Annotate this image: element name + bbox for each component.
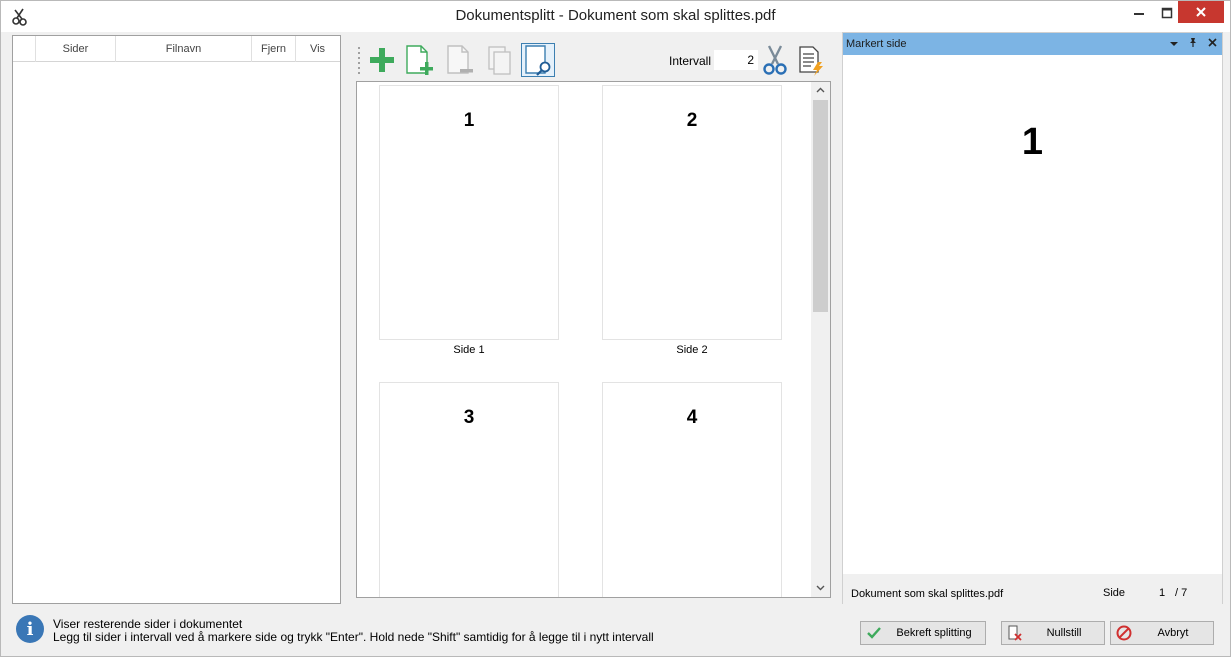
confirm-split-button[interactable]: Bekreft splitting (860, 621, 986, 645)
panel-title: Markert side (846, 38, 907, 50)
scissors-icon (763, 45, 787, 75)
page-thumbnail[interactable]: 2 (602, 85, 782, 340)
reset-button[interactable]: Nullstill (1001, 621, 1105, 645)
column-select[interactable] (13, 36, 35, 62)
column-fjern[interactable]: Fjern (251, 36, 295, 62)
page-thumbnail[interactable]: 3 (379, 382, 559, 597)
thumbnail-page-number: 2 (686, 110, 698, 131)
remove-page-icon (447, 45, 473, 74)
page-thumbnail[interactable]: 1 (379, 85, 559, 340)
page-zoom-button[interactable] (521, 43, 555, 77)
column-sider[interactable]: Sider (35, 36, 115, 62)
pin-panel-button[interactable] (1185, 33, 1201, 55)
panel-menu-button[interactable] (1166, 33, 1182, 55)
scroll-down-button[interactable] (811, 580, 830, 597)
preview-footer: Dokument som skal splittes.pdf Side 1 / … (843, 574, 1222, 604)
preview-filename: Dokument som skal splittes.pdf (851, 588, 1004, 600)
list-header: Sider Filnavn Fjern Vis (13, 36, 340, 62)
checkmark-icon (865, 624, 883, 642)
close-icon (1196, 7, 1206, 17)
page-thumbnail[interactable]: 4 (602, 382, 782, 597)
document-flash-icon (799, 46, 823, 76)
page-zoom-icon (525, 45, 551, 76)
side-label: Side (1103, 587, 1126, 599)
thumbnail-page-number: 3 (463, 407, 475, 428)
thumbnail-caption: Side 1 (453, 344, 485, 356)
vertical-scrollbar[interactable] (811, 82, 830, 597)
auto-split-button[interactable] (794, 43, 828, 77)
column-vis[interactable]: Vis (295, 36, 339, 62)
dropdown-arrow-icon (1170, 42, 1178, 46)
close-panel-button[interactable] (1204, 33, 1220, 55)
add-page-icon (406, 45, 433, 75)
chevron-up-icon (816, 87, 825, 93)
title-bar: Dokumentsplitt - Dokument som skal split… (1, 1, 1230, 32)
info-icon: i (16, 615, 44, 643)
toolbar-grip-icon (358, 47, 360, 74)
copy-pages-button[interactable] (483, 43, 517, 77)
add-page-button[interactable] (402, 43, 436, 77)
add-icon (370, 48, 394, 72)
reset-page-icon (1006, 624, 1024, 642)
cancel-icon (1115, 624, 1133, 642)
selected-page-panel: Markert side 1 Dokument som skal splitte… (842, 32, 1223, 604)
maximize-icon (1161, 7, 1173, 19)
chevron-down-icon (816, 585, 825, 591)
app-window: Dokumentsplitt - Dokument som skal split… (0, 0, 1231, 657)
split-button[interactable] (758, 43, 792, 77)
intervall-label: Intervall (669, 54, 712, 68)
scroll-up-button[interactable] (811, 82, 830, 99)
pin-icon (1190, 38, 1196, 47)
total-pages: / 7 (1175, 587, 1188, 599)
minimize-icon (1134, 13, 1144, 15)
close-button[interactable] (1178, 1, 1224, 23)
page-thumbnail-view[interactable]: 1 Side 1 2 Side 2 3 4 (356, 81, 831, 598)
add-interval-button[interactable] (365, 43, 399, 77)
page-toolbar: Intervall (352, 39, 831, 79)
intervall-input[interactable] (714, 50, 758, 70)
thumbnail-page-number: 4 (686, 407, 698, 428)
cancel-button[interactable]: Avbryt (1110, 621, 1214, 645)
remove-page-button[interactable] (443, 43, 477, 77)
thumbnail-caption: Side 2 (676, 344, 708, 356)
interval-list[interactable]: Sider Filnavn Fjern Vis (12, 35, 341, 604)
scrollbar-thumb[interactable] (813, 100, 828, 312)
copy-pages-icon (488, 46, 511, 75)
status-hint: Legg til sider i intervall ved å markere… (53, 630, 654, 644)
column-filnavn[interactable]: Filnavn (115, 36, 251, 62)
preview-page-number: 1 (1021, 121, 1044, 163)
status-message: Viser resterende sider i dokumentet (53, 617, 243, 631)
close-icon (1207, 38, 1217, 47)
current-page: 1 (1159, 587, 1166, 599)
thumbnail-page-number: 1 (463, 110, 475, 131)
panel-header: Markert side (843, 33, 1222, 55)
window-title: Dokumentsplitt - Dokument som skal split… (455, 7, 776, 24)
